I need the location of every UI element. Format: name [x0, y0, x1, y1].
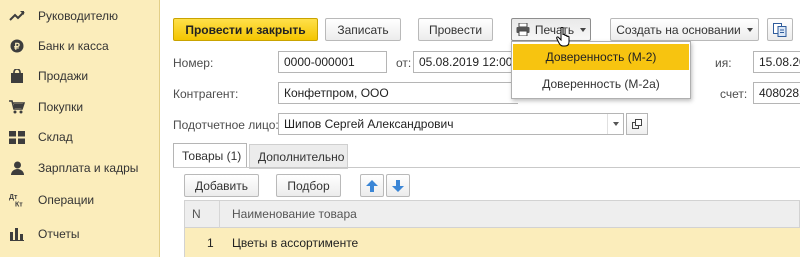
menu-item-power-of-attorney-m2a[interactable]: Доверенность (М-2а)	[513, 71, 689, 97]
accountable-person-label: Подотчетное лицо:	[173, 118, 279, 132]
table-row[interactable]: 1 Цветы в ассортименте	[184, 228, 800, 257]
warehouse-grid-icon	[9, 129, 25, 145]
menu-item-power-of-attorney-m2[interactable]: Доверенность (М-2)	[513, 44, 689, 70]
svg-text:₽: ₽	[14, 42, 20, 52]
number-value: 0000-000001	[284, 55, 355, 69]
sidebar-item-reports[interactable]: Отчеты	[0, 219, 160, 249]
account-value: 40802810	[759, 86, 800, 100]
sidebar-item-label: Отчеты	[38, 227, 80, 241]
sidebar-item-label: Зарплата и кадры	[38, 161, 139, 175]
row-product-name: Цветы в ассортименте	[232, 236, 359, 250]
open-link-icon	[632, 119, 642, 129]
tab-additional[interactable]: Дополнительно	[249, 144, 348, 169]
number-label: Номер:	[173, 56, 214, 70]
column-divider	[219, 201, 220, 228]
accountable-person-value: Шипов Сергей Александрович	[284, 117, 454, 131]
account-field[interactable]: 40802810	[753, 82, 800, 104]
accountable-person-field[interactable]: Шипов Сергей Александрович	[278, 113, 624, 135]
mouse-pointer-icon	[556, 26, 572, 47]
print-dropdown-menu: Доверенность (М-2) Доверенность (М-2а)	[511, 41, 691, 99]
save-button[interactable]: Записать	[325, 18, 401, 41]
counterparty-value: Конфетпром, ООО	[284, 86, 389, 100]
validity-label: ия:	[715, 56, 732, 70]
table-header: N Наименование товара	[184, 200, 800, 228]
sidebar-item-label: Операции	[38, 193, 95, 207]
select-button[interactable]: Подбор	[276, 174, 341, 197]
sidebar-item-sales[interactable]: Продажи	[0, 61, 160, 91]
sidebar-item-warehouse[interactable]: Склад	[0, 122, 160, 152]
date-label: от:	[396, 56, 412, 70]
select-label: Подбор	[287, 178, 330, 193]
counterparty-label: Контрагент:	[173, 87, 239, 101]
menu-item-label: Доверенность (М-2)	[545, 50, 657, 64]
print-button[interactable]: Печать	[511, 18, 591, 41]
sidebar-item-label: Банк и касса	[38, 39, 109, 53]
chevron-down-icon[interactable]	[607, 114, 623, 134]
document-structure-icon	[773, 22, 787, 37]
tab-goods-label: Товары (1)	[182, 149, 242, 163]
sidebar-item-label: Покупки	[38, 100, 84, 114]
account-label: счет:	[720, 87, 748, 101]
row-number: 1	[207, 236, 214, 250]
date-field[interactable]: 05.08.2019 12:00:	[413, 51, 513, 73]
svg-text:Кт: Кт	[15, 202, 23, 208]
shopping-cart-icon	[9, 99, 25, 115]
sidebar-item-purchases[interactable]: Покупки	[0, 92, 160, 122]
validity-value: 15.08.20	[759, 55, 800, 69]
arrow-down-icon	[392, 179, 404, 192]
person-icon	[9, 160, 25, 176]
number-field[interactable]: 0000-000001	[278, 51, 387, 73]
column-header-n[interactable]: N	[192, 207, 201, 221]
post-and-close-button[interactable]: Провести и закрыть	[173, 18, 318, 41]
tab-additional-label: Дополнительно	[258, 149, 345, 164]
save-label: Записать	[337, 22, 389, 37]
add-row-button[interactable]: Добавить	[184, 174, 259, 197]
date-value: 05.08.2019 12:00:	[419, 55, 513, 69]
chevron-down-icon	[746, 27, 753, 32]
sidebar-item-manager[interactable]: Руководителю	[0, 1, 160, 31]
create-based-on-button[interactable]: Создать на основании	[610, 18, 759, 41]
svg-text:Дт: Дт	[9, 194, 18, 201]
tab-goods[interactable]: Товары (1)	[173, 143, 247, 168]
tabs-divider	[173, 167, 800, 168]
printer-icon	[516, 23, 530, 36]
counterparty-field[interactable]: Конфетпром, ООО	[278, 82, 518, 104]
bar-chart-icon	[9, 226, 25, 242]
post-button[interactable]: Провести	[418, 18, 493, 41]
coin-icon: ₽	[9, 38, 25, 54]
sidebar-item-label: Продажи	[38, 69, 89, 83]
arrow-up-icon	[366, 179, 378, 192]
structure-button[interactable]	[767, 18, 793, 41]
debit-credit-icon: Дт Кт	[9, 192, 25, 208]
trend-chart-icon	[9, 8, 25, 24]
shopping-bag-icon	[9, 68, 25, 84]
chevron-down-icon	[580, 27, 587, 32]
sidebar-item-salary-hr[interactable]: Зарплата и кадры	[0, 153, 160, 183]
sidebar-item-label: Руководителю	[38, 9, 119, 23]
sections-sidebar: Руководителю ₽ Банк и касса Продажи Поку…	[0, 0, 160, 257]
move-down-button[interactable]	[386, 174, 410, 197]
sidebar-item-bank-cash[interactable]: ₽ Банк и касса	[0, 31, 160, 61]
column-header-product-name[interactable]: Наименование товара	[232, 207, 357, 221]
menu-item-label: Доверенность (М-2а)	[542, 77, 660, 91]
validity-date-field[interactable]: 15.08.20	[753, 51, 800, 73]
post-and-close-label: Провести и закрыть	[185, 22, 306, 37]
create-based-on-label: Создать на основании	[616, 22, 741, 37]
sidebar-item-label: Склад	[38, 130, 73, 144]
post-label: Провести	[428, 22, 483, 37]
add-row-label: Добавить	[194, 178, 249, 193]
sidebar-item-operations[interactable]: Дт Кт Операции	[0, 185, 160, 215]
move-up-button[interactable]	[360, 174, 384, 197]
open-link-button[interactable]	[626, 113, 648, 135]
